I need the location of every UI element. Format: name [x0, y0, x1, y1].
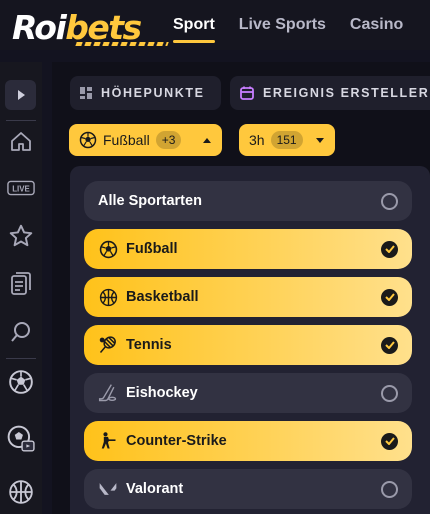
sports-dropdown-panel: Alle Sportarten Fußball Basketball Tenni… — [70, 166, 430, 514]
sport-option-label: Fußball — [126, 241, 178, 257]
highlights-label: HÖHEPUNKTE — [101, 86, 205, 100]
sport-option-counter-strike[interactable]: Counter-Strike — [84, 421, 412, 461]
sidebar-item-betslip[interactable] — [7, 270, 35, 298]
basketball-icon — [98, 287, 118, 307]
soccer-ball-tv-icon — [7, 425, 35, 452]
unselected-radio-icon — [381, 384, 398, 402]
caret-up-icon — [202, 137, 212, 144]
sidebar-item-football[interactable] — [7, 368, 35, 396]
highlights-chip[interactable]: HÖHEPUNKTE — [70, 76, 221, 110]
tab-live-sports[interactable]: Live Sports — [239, 16, 326, 34]
sidebar-item-home[interactable] — [7, 128, 35, 156]
time-filter-dropdown[interactable]: 3h 151 — [239, 124, 335, 156]
hockey-stick-icon — [98, 383, 118, 403]
sport-option-football[interactable]: Fußball — [84, 229, 412, 269]
betslip-icon — [11, 272, 31, 295]
sport-option-label: Alle Sportarten — [98, 193, 202, 209]
event-builder-label: EREIGNIS ERSTELLER — [263, 86, 430, 100]
unselected-radio-icon — [381, 480, 398, 498]
sport-option-label: Tennis — [126, 337, 172, 353]
sidebar-divider — [6, 358, 36, 359]
grid-icon — [80, 87, 92, 99]
basketball-icon — [9, 480, 33, 504]
soccer-ball-icon — [98, 239, 118, 259]
tennis-icon — [98, 335, 118, 355]
calendar-icon — [240, 86, 254, 100]
sidebar-item-basketball[interactable] — [7, 478, 35, 506]
checkmark-icon — [381, 432, 398, 450]
checkmark-icon — [381, 336, 398, 354]
sidebar-divider — [6, 120, 36, 121]
search-icon — [11, 322, 30, 342]
sport-option-label: Basketball — [126, 289, 199, 305]
left-sidebar: LIVE — [0, 62, 42, 514]
time-filter-label: 3h — [249, 132, 265, 148]
sport-option-label: Counter-Strike — [126, 433, 227, 449]
sidebar-expand-button[interactable] — [5, 80, 36, 110]
home-icon — [11, 132, 31, 151]
main-nav: Sport Live Sports Casino — [173, 16, 403, 43]
unselected-radio-icon — [381, 192, 398, 210]
roibets-logo[interactable]: Roi bets — [12, 6, 169, 47]
sport-filter-dropdown[interactable]: Fußball +3 — [69, 124, 222, 156]
sidebar-item-favorites[interactable] — [7, 222, 35, 250]
live-badge-icon: LIVE — [7, 180, 35, 196]
soccer-ball-icon — [9, 370, 33, 394]
sport-option-label: Eishockey — [126, 385, 198, 401]
event-builder-chip[interactable]: EREIGNIS ERSTELLER — [230, 76, 430, 110]
tab-sport[interactable]: Sport — [173, 16, 215, 43]
soccer-ball-icon — [79, 131, 97, 149]
time-filter-count: 151 — [270, 131, 303, 149]
sport-option-valorant[interactable]: Valorant — [84, 469, 412, 509]
valorant-icon — [98, 479, 118, 499]
logo-stripe — [75, 42, 169, 46]
sidebar-item-search[interactable] — [7, 318, 35, 346]
sport-filter-label: Fußball — [103, 132, 150, 148]
checkmark-icon — [381, 240, 398, 258]
checkmark-icon — [381, 288, 398, 306]
sidebar-item-live[interactable]: LIVE — [7, 174, 35, 202]
counter-strike-icon — [98, 431, 118, 451]
sport-option-basketball[interactable]: Basketball — [84, 277, 412, 317]
logo-roi-text: Roi — [12, 8, 67, 47]
sport-filter-count: +3 — [155, 131, 182, 149]
tab-casino[interactable]: Casino — [350, 16, 403, 34]
sport-option-label: Valorant — [126, 481, 184, 497]
live-badge-text: LIVE — [12, 184, 30, 193]
star-icon — [9, 224, 33, 247]
logo-bets-text: bets — [65, 8, 142, 47]
sport-option-ice-hockey[interactable]: Eishockey — [84, 373, 412, 413]
play-triangle-icon — [17, 90, 25, 100]
sport-option-tennis[interactable]: Tennis — [84, 325, 412, 365]
sidebar-item-football-live[interactable] — [7, 425, 35, 453]
caret-down-icon — [315, 137, 325, 144]
sport-option-all[interactable]: Alle Sportarten — [84, 181, 412, 221]
top-header: Roi bets Sport Live Sports Casino — [0, 0, 430, 50]
app-root: Roi bets Sport Live Sports Casino LIVE H… — [0, 0, 430, 514]
